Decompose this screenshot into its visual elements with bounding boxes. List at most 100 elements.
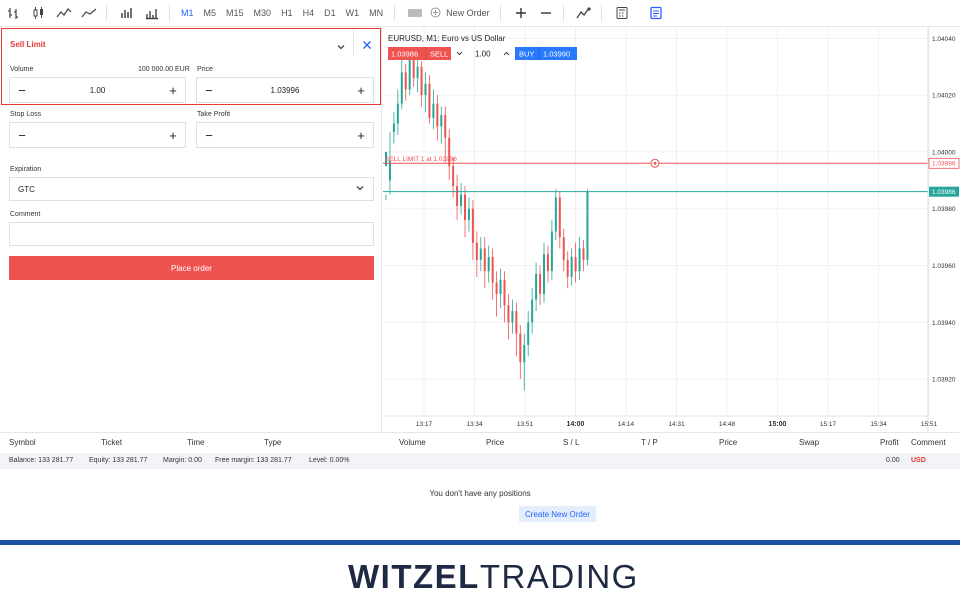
- chevron-down-icon: [355, 183, 365, 195]
- total-profit: 0.00: [886, 457, 900, 464]
- new-order-label: New Order: [446, 8, 490, 18]
- candle-body: [566, 259, 569, 277]
- stop-loss-increment-button[interactable]: +: [167, 129, 179, 142]
- timeframe-d1[interactable]: D1: [319, 2, 341, 24]
- header-divider: [353, 29, 354, 56]
- candle-body: [515, 310, 518, 334]
- toolbar-divider: [169, 5, 170, 21]
- volume-value[interactable]: 1.00: [28, 86, 167, 95]
- volume-hint: 100 000.00 EUR: [138, 66, 190, 73]
- y-tick-label: 1.03980: [932, 206, 956, 213]
- timeframe-m30[interactable]: M30: [249, 2, 277, 24]
- candle-body: [546, 254, 549, 272]
- candle-body: [503, 279, 506, 306]
- price-value[interactable]: 1.03996: [215, 86, 355, 95]
- place-order-button[interactable]: Place order: [9, 256, 374, 280]
- analytics-icon[interactable]: [573, 2, 595, 24]
- candle-body: [586, 191, 589, 260]
- currency-badge: USD: [911, 457, 926, 464]
- volumes-icon[interactable]: [116, 2, 138, 24]
- price-decrement-button[interactable]: −: [203, 84, 215, 97]
- candle-body: [444, 115, 447, 138]
- timeframe-mn[interactable]: MN: [364, 2, 388, 24]
- keyboard-icon[interactable]: [404, 2, 426, 24]
- candle-body: [464, 194, 466, 221]
- x-tick-label: 13:34: [466, 421, 483, 428]
- candlestick-icon[interactable]: [28, 2, 50, 24]
- candle-body: [420, 66, 423, 96]
- order-type-label[interactable]: Sell Limit: [10, 40, 46, 49]
- candle-body: [436, 103, 439, 127]
- equity-text: Equity: 133 281.77: [89, 457, 148, 464]
- timeframe-m15[interactable]: M15: [221, 2, 249, 24]
- timeframe-w1[interactable]: W1: [341, 2, 365, 24]
- timeframe-h4[interactable]: H4: [298, 2, 320, 24]
- candle-body: [574, 256, 577, 272]
- col-price[interactable]: Price: [486, 438, 504, 447]
- col-current-price[interactable]: Price: [719, 438, 737, 447]
- indicators-icon[interactable]: [141, 2, 163, 24]
- col-symbol[interactable]: Symbol: [9, 438, 36, 447]
- chart-symbol-title: EURUSD, M1: Euro vs US Dollar: [388, 34, 506, 43]
- order-panel: Sell Limit Volume 100 000.00 EUR Price −…: [0, 27, 382, 432]
- order-drag-handle-icon: [650, 158, 660, 168]
- brand-logo: WITZELTRADING: [348, 558, 639, 596]
- take-profit-increment-button[interactable]: +: [355, 129, 367, 142]
- sell-label: SELL: [430, 50, 448, 59]
- lot-decrease-icon: [456, 51, 463, 56]
- candle-body: [475, 242, 478, 260]
- brand-part1: WITZEL: [348, 558, 480, 595]
- x-tick-label: 15:00: [769, 421, 787, 428]
- order-price-tag-text: 1.03996: [932, 161, 956, 168]
- comment-input[interactable]: [9, 222, 374, 246]
- col-tp[interactable]: T / P: [641, 438, 658, 447]
- col-sl[interactable]: S / L: [563, 438, 579, 447]
- take-profit-stepper[interactable]: − +: [196, 122, 374, 148]
- stop-loss-stepper[interactable]: − +: [9, 122, 186, 148]
- col-comment[interactable]: Comment: [911, 438, 946, 447]
- toolbar-divider: [600, 5, 602, 21]
- x-tick-label: 13:51: [517, 421, 534, 428]
- timeframe-m1[interactable]: M1: [176, 2, 199, 24]
- price-chart[interactable]: SELL LIMIT 1 at 1.03996 1.04040 1.04020 1.…: [383, 27, 960, 432]
- new-order-icon: [430, 7, 441, 20]
- y-tick-label: 1.04000: [932, 149, 956, 156]
- col-type[interactable]: Type: [264, 438, 281, 447]
- create-new-order-button[interactable]: Create New Order: [519, 506, 596, 522]
- take-profit-decrement-button[interactable]: −: [203, 129, 215, 142]
- col-ticket[interactable]: Ticket: [101, 438, 122, 447]
- candle-body: [582, 248, 585, 260]
- col-volume[interactable]: Volume: [399, 438, 426, 447]
- candle-body: [523, 345, 526, 363]
- bar-chart-icon[interactable]: [3, 2, 25, 24]
- candle-body: [527, 322, 530, 346]
- line-chart-icon[interactable]: [53, 2, 75, 24]
- expiration-select[interactable]: GTC: [9, 177, 374, 201]
- zoom-out-icon[interactable]: [535, 2, 557, 24]
- candle-body: [558, 197, 561, 238]
- col-profit[interactable]: Profit: [880, 438, 899, 447]
- col-swap[interactable]: Swap: [799, 438, 819, 447]
- timeframe-h1[interactable]: H1: [276, 2, 298, 24]
- zoom-in-icon[interactable]: [510, 2, 532, 24]
- col-time[interactable]: Time: [187, 438, 204, 447]
- area-chart-icon[interactable]: [78, 2, 100, 24]
- volume-increment-button[interactable]: +: [167, 84, 179, 97]
- volume-stepper[interactable]: − 1.00 +: [9, 77, 186, 103]
- price-stepper[interactable]: − 1.03996 +: [196, 77, 374, 103]
- level-text: Level: 0.00%: [309, 457, 350, 464]
- calculator-icon[interactable]: [611, 2, 633, 24]
- timeframe-m5[interactable]: M5: [199, 2, 222, 24]
- price-increment-button[interactable]: +: [355, 84, 367, 97]
- sell-price: 1.03986: [391, 50, 418, 59]
- close-icon[interactable]: [362, 37, 372, 55]
- x-tick-label: 14:31: [668, 421, 685, 428]
- chevron-down-icon[interactable]: [336, 39, 346, 57]
- stop-loss-decrement-button[interactable]: −: [16, 129, 28, 142]
- order-line-label: SELL LIMIT 1 at 1.03996: [385, 156, 457, 163]
- volume-decrement-button[interactable]: −: [16, 84, 28, 97]
- chart-canvas[interactable]: SELL LIMIT 1 at 1.03996 1.040401.040201.…: [383, 27, 960, 432]
- trade-panel-icon[interactable]: [645, 2, 667, 24]
- brand-footer: WITZELTRADING: [0, 545, 960, 600]
- new-order-button[interactable]: New Order: [426, 7, 494, 20]
